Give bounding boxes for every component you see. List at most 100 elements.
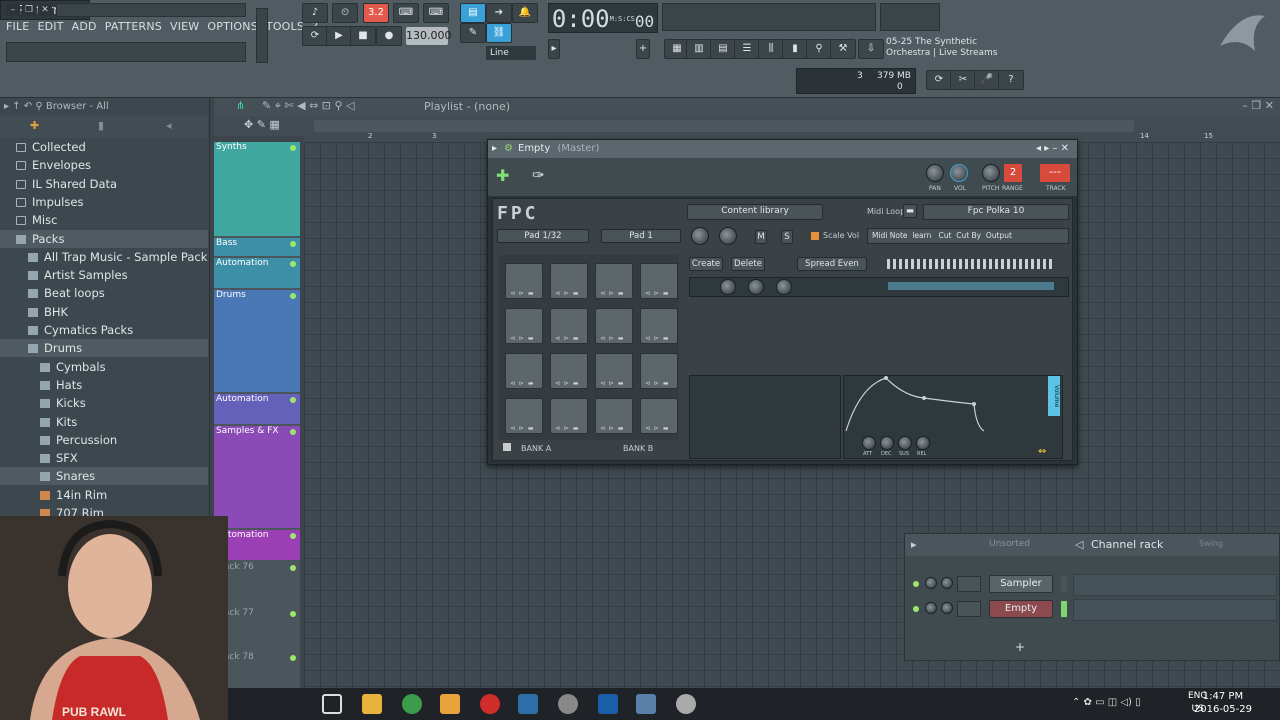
channel-button[interactable]: Sampler [989, 575, 1053, 593]
track-led-icon[interactable] [290, 293, 296, 299]
step-sequencer-row[interactable] [1073, 599, 1277, 621]
scissors-icon[interactable]: ✂ [950, 70, 976, 90]
piano-roll-icon[interactable]: ▥ [686, 39, 712, 59]
browser-item[interactable]: Envelopes [0, 156, 208, 174]
bank-a-led[interactable] [503, 443, 511, 451]
content-library-dropdown[interactable]: Content library [687, 204, 823, 220]
stop-button[interactable]: ■ [350, 26, 376, 46]
mute-toggle[interactable]: M [755, 230, 767, 244]
track-led-icon[interactable] [290, 565, 296, 571]
track-header[interactable]: Automation [214, 394, 300, 424]
channel-button[interactable]: Empty [989, 600, 1053, 618]
menu-add[interactable]: ADD [72, 20, 97, 38]
layer-knob-1[interactable] [720, 279, 736, 295]
track-header[interactable]: Drums [214, 290, 300, 392]
playlist-scrollbar[interactable] [314, 120, 1134, 132]
browser-item[interactable]: 14in Rim [0, 486, 208, 504]
layer-knob-3[interactable] [776, 279, 792, 295]
browser-item[interactable]: IL Shared Data [0, 175, 208, 193]
playlist-mini-icons[interactable]: ✥ ✎ ▦ [244, 118, 280, 131]
tools-icon[interactable]: ⚒ [830, 39, 856, 59]
volume-tab[interactable]: Volume [1048, 376, 1060, 416]
pan-knob[interactable] [926, 164, 944, 182]
track-led-icon[interactable] [290, 533, 296, 539]
browser-arrows-icon[interactable]: ▸ ↑ ↶ ⚲ [4, 101, 46, 112]
drum-pad[interactable] [505, 308, 543, 344]
browser-item[interactable]: Drums [0, 339, 208, 358]
settings-app-icon[interactable] [636, 694, 656, 714]
learn-button[interactable]: learn [912, 231, 931, 240]
browser-item[interactable]: BHK [0, 303, 208, 321]
drum-pad[interactable] [640, 308, 678, 344]
browser-item[interactable]: Snares [0, 467, 208, 486]
tray-icons[interactable]: ⌃ ✿ ▭ ◫ ◁) ▯ [1072, 697, 1141, 708]
drum-pad[interactable] [640, 353, 678, 389]
channel-volume-knob[interactable] [941, 577, 953, 589]
scale-vol-led[interactable] [811, 232, 819, 240]
pad-pan-knob[interactable] [719, 227, 737, 245]
attack-knob[interactable] [862, 436, 876, 450]
envelope-editor[interactable]: ATT DEC SUS REL Volume ⇔ [843, 375, 1063, 459]
obs-icon[interactable] [480, 694, 500, 714]
drum-pad[interactable] [595, 398, 633, 434]
add-channel-button[interactable]: + [1015, 640, 1025, 654]
task-view-icon[interactable] [322, 694, 342, 714]
link-icon[interactable]: ⛓ [486, 23, 512, 43]
drum-pad[interactable] [550, 398, 588, 434]
pitch-knob[interactable] [982, 164, 1000, 182]
drum-pad[interactable] [595, 353, 633, 389]
back-icon[interactable]: ◂ [166, 119, 172, 132]
track-button[interactable]: --- [1040, 164, 1070, 182]
drum-pad[interactable] [505, 263, 543, 299]
channel-rack-icon[interactable]: ▤ [710, 39, 736, 59]
folder-icon[interactable]: ▮ [782, 39, 808, 59]
folder-icon[interactable]: ▬ [903, 204, 917, 218]
fpc-titlebar[interactable]: ▸ ⚙ Empty (Master) ◂ ▸ – ✕ [488, 140, 1077, 158]
master-volume-slider[interactable] [256, 8, 268, 63]
tempo-display[interactable]: 130.000 [406, 27, 452, 45]
minimize-icon[interactable]: – [6, 4, 20, 16]
sustain-knob[interactable] [898, 436, 912, 450]
pad-selector[interactable]: Pad 1/32 [497, 229, 589, 243]
menu-tools[interactable]: TOOLS [266, 20, 304, 38]
channel-led-icon[interactable] [913, 581, 919, 587]
menu-options[interactable]: OPTIONS [207, 20, 258, 38]
envelope-toggle-icon[interactable]: ⇔ [1038, 446, 1050, 457]
drum-pad[interactable] [595, 263, 633, 299]
create-button[interactable]: Create [689, 257, 723, 271]
channel-pan-knob[interactable] [925, 602, 937, 614]
browser-item[interactable]: Hats [0, 376, 208, 394]
drum-pad[interactable] [595, 308, 633, 344]
drum-pad[interactable] [505, 353, 543, 389]
channel-select-indicator[interactable] [1061, 576, 1067, 592]
bell-icon[interactable]: 🔔 [512, 3, 538, 23]
spread-even-button[interactable]: Spread Even [797, 257, 867, 271]
track-led-icon[interactable] [290, 655, 296, 661]
mixer-track-selector[interactable] [957, 601, 981, 617]
drum-pad[interactable] [640, 263, 678, 299]
mixer-icon[interactable]: ☰ [734, 39, 760, 59]
browser-item[interactable]: All Trap Music - Sample Pack [0, 248, 208, 266]
snap-readout[interactable]: 3.2 [363, 3, 389, 23]
bank-b-label[interactable]: BANK B [623, 444, 653, 453]
window-controls-icon[interactable]: – ❐ ✕ [1242, 99, 1274, 112]
track-led-icon[interactable] [290, 429, 296, 435]
song-mode-icon[interactable]: ▤ [460, 3, 486, 23]
channel-volume-knob[interactable] [941, 602, 953, 614]
close-icon[interactable]: ✕ [38, 4, 52, 16]
step-edit-icon[interactable]: ⌨ [393, 3, 419, 23]
midi-note-strip[interactable]: Midi Note learn Cut Cut By Output [867, 228, 1069, 244]
menu-view[interactable]: VIEW [170, 20, 199, 38]
file-explorer-icon[interactable] [362, 694, 382, 714]
magnet-icon[interactable]: ⋔ [236, 99, 245, 112]
help-icon[interactable]: ? [998, 70, 1024, 90]
browser-item[interactable]: SFX [0, 449, 208, 467]
layer-range-bar[interactable] [888, 282, 1054, 290]
track-header[interactable]: Automation [214, 258, 300, 288]
rack-expand-icon[interactable]: ▸ [911, 538, 917, 551]
track-led-icon[interactable] [290, 397, 296, 403]
step-sequencer-row[interactable] [1073, 574, 1277, 596]
velocity-layer-bar[interactable] [887, 259, 1053, 269]
track-led-icon[interactable] [290, 261, 296, 267]
download-icon[interactable]: ⇩ [858, 39, 884, 59]
